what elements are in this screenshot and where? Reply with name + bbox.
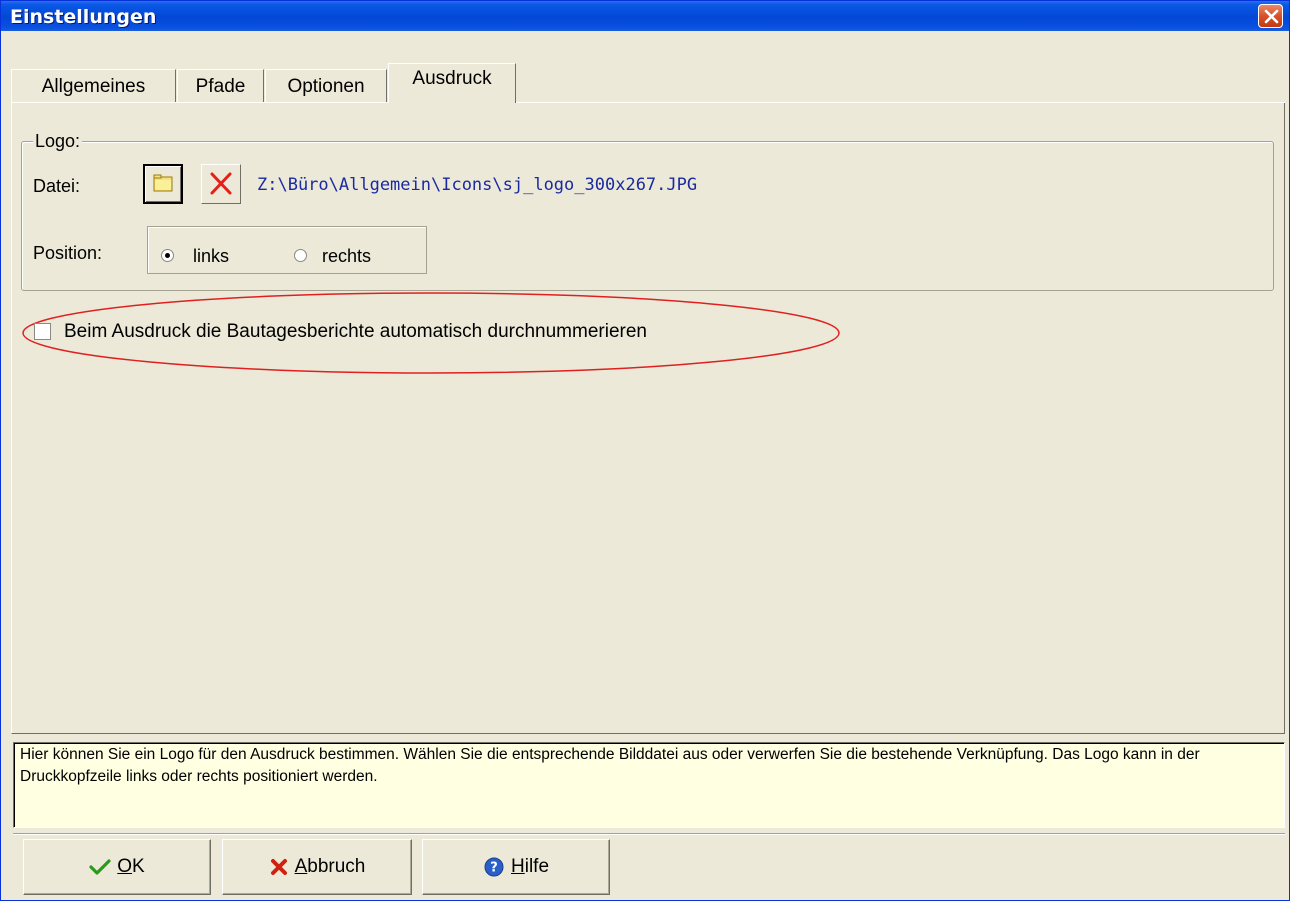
- tab-optionen[interactable]: Optionen: [265, 69, 387, 102]
- ok-label: OK: [117, 856, 145, 877]
- folder-icon: [153, 174, 173, 192]
- remove-logo-button[interactable]: [201, 164, 241, 204]
- checkmark-icon: [89, 859, 111, 875]
- ok-button[interactable]: OK: [23, 839, 211, 895]
- cancel-label: Abbruch: [294, 856, 366, 877]
- tab-ausdruck[interactable]: Ausdruck: [388, 63, 516, 103]
- radio-rechts[interactable]: rechts: [294, 245, 404, 269]
- tab-divider: [11, 102, 1285, 103]
- browse-logo-button[interactable]: [143, 164, 183, 204]
- radio-links-label: links: [193, 246, 230, 266]
- help-icon: ?: [484, 857, 504, 877]
- close-button[interactable]: [1258, 4, 1283, 28]
- settings-dialog: Einstellungen Allgemeines Pfade Optionen…: [0, 0, 1290, 901]
- logo-file-path: Z:\Büro\Allgemein\Icons\sj_logo_300x267.…: [257, 175, 698, 195]
- auto-number-option[interactable]: Beim Ausdruck die Bautagesberichte autom…: [34, 319, 834, 345]
- logo-group-label: Logo:: [33, 131, 83, 152]
- tab-label: Optionen: [287, 76, 365, 97]
- help-text-box: Hier können Sie ein Logo für den Ausdruc…: [13, 742, 1285, 828]
- tab-pfade[interactable]: Pfade: [177, 69, 264, 102]
- radio-button[interactable]: [294, 249, 307, 262]
- radio-rechts-label: rechts: [322, 246, 372, 266]
- window-title: Einstellungen: [10, 6, 157, 28]
- title-bar[interactable]: Einstellungen: [1, 1, 1289, 31]
- tab-allgemeines[interactable]: Allgemeines: [11, 69, 176, 102]
- footer-separator: [13, 833, 1285, 835]
- svg-text:?: ?: [490, 861, 498, 876]
- position-label: Position:: [33, 243, 103, 263]
- help-text: Hier können Sie ein Logo für den Ausdruc…: [20, 746, 1200, 785]
- help-label: Hilfe: [510, 856, 550, 877]
- tab-label: Allgemeines: [41, 76, 146, 97]
- help-button[interactable]: ? Hilfe: [422, 839, 610, 895]
- radio-links[interactable]: links: [161, 245, 261, 269]
- close-icon: [1264, 9, 1279, 24]
- tab-label: Ausdruck: [412, 68, 492, 89]
- auto-number-label: Beim Ausdruck die Bautagesberichte autom…: [64, 321, 647, 342]
- auto-number-checkbox[interactable]: [34, 323, 51, 340]
- file-label: Datei:: [33, 176, 81, 196]
- delete-x-icon: [210, 172, 232, 195]
- radio-button-checked[interactable]: [161, 249, 174, 262]
- cancel-button[interactable]: Abbruch: [222, 839, 412, 895]
- tab-label: Pfade: [195, 76, 246, 97]
- cancel-x-icon: [270, 859, 287, 875]
